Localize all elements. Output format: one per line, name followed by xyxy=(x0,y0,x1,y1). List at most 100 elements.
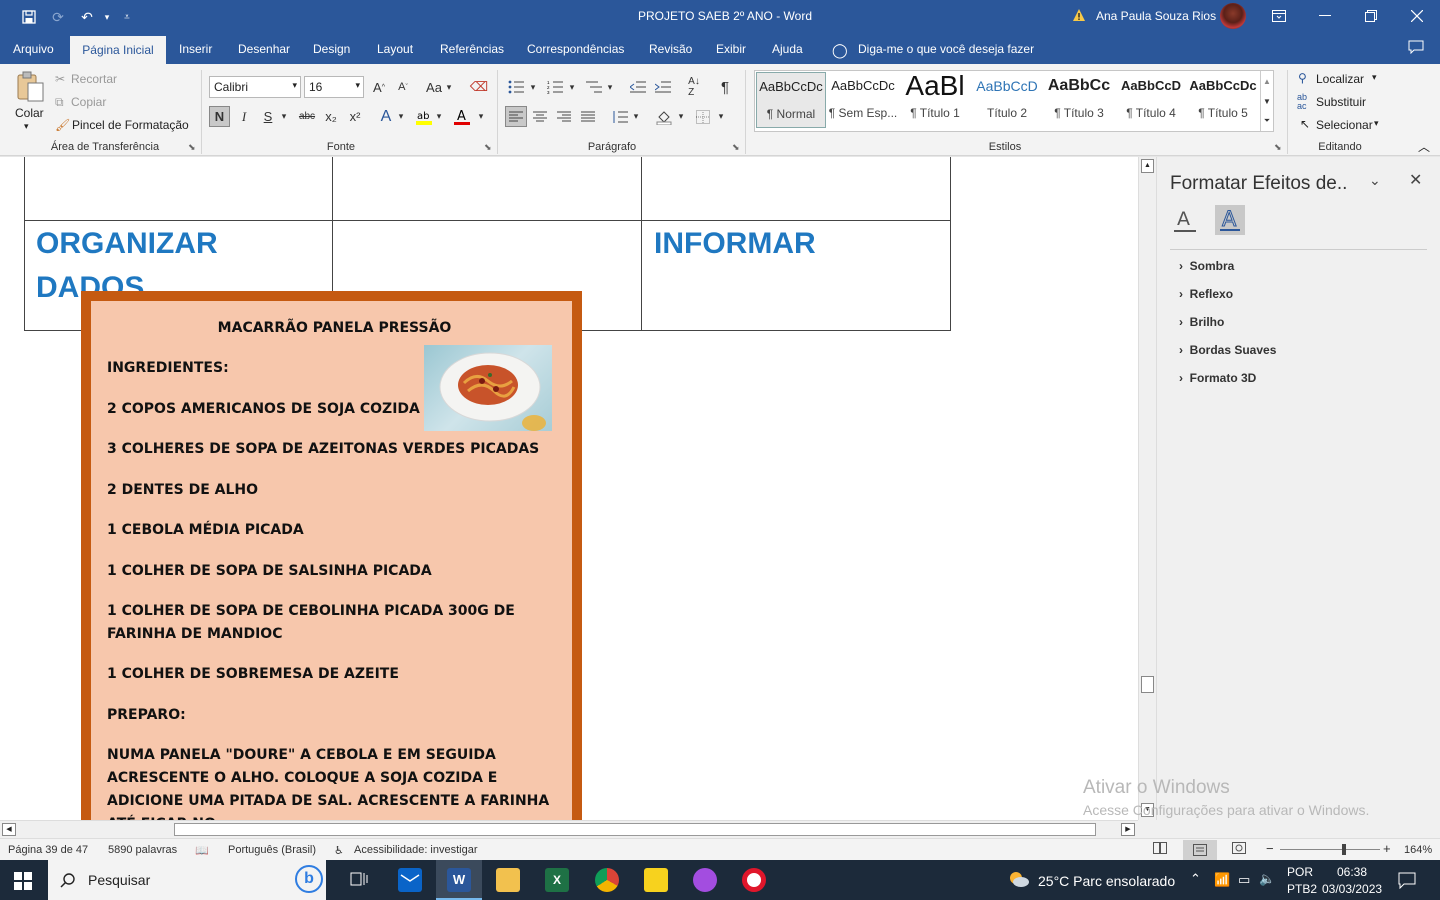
bullets-icon[interactable] xyxy=(506,77,526,97)
pane-options-icon[interactable]: ⌄ xyxy=(1369,172,1381,189)
language[interactable]: Português (Brasil) xyxy=(228,844,316,856)
underline-button[interactable]: S xyxy=(259,106,277,127)
tray-chevron-icon[interactable]: ⌃ xyxy=(1190,871,1201,887)
web-layout-icon[interactable] xyxy=(1232,842,1246,857)
borders-icon[interactable] xyxy=(693,106,713,127)
keyboard-language[interactable]: POR PTB2 xyxy=(1287,865,1317,896)
styles-more-icon[interactable]: ⏷ xyxy=(1260,111,1273,131)
shading-dropdown-icon[interactable]: ▾ xyxy=(676,106,686,127)
text-effects-dropdown-icon[interactable]: ▾ xyxy=(396,106,406,127)
weather-icon[interactable] xyxy=(1008,870,1030,888)
line-spacing-icon[interactable] xyxy=(610,106,630,127)
increase-indent-icon[interactable] xyxy=(653,77,673,97)
taskbar-search[interactable]: Pesquisar b xyxy=(48,860,326,900)
excel-icon[interactable]: X xyxy=(545,868,569,892)
file-explorer-icon[interactable] xyxy=(496,868,520,892)
notifications-icon[interactable] xyxy=(1398,871,1416,892)
subscript-button[interactable]: x₂ xyxy=(321,106,341,127)
select-dropdown-icon[interactable]: ▾ xyxy=(1374,118,1379,129)
scroll-right-icon[interactable]: ▶ xyxy=(1121,823,1135,836)
minimize-button[interactable] xyxy=(1302,0,1348,32)
tab-inserir[interactable]: Inserir xyxy=(179,42,212,56)
font-name-combo[interactable]: Calibri ▾ xyxy=(209,76,301,98)
style-normal[interactable]: AaBbCcDc ¶ Normal xyxy=(756,72,826,128)
select-button[interactable]: Selecionar xyxy=(1316,118,1373,132)
tab-desenhar[interactable]: Desenhar xyxy=(238,42,290,56)
read-mode-icon[interactable] xyxy=(1153,842,1167,857)
collapse-ribbon-icon[interactable]: ︿ xyxy=(1418,138,1430,155)
restore-button[interactable] xyxy=(1348,0,1394,32)
highlight-icon[interactable]: ab xyxy=(414,106,434,127)
grow-font-icon[interactable]: A ^ xyxy=(370,77,388,97)
section-reflexo[interactable]: › Reflexo xyxy=(1179,287,1233,301)
ribbon-display-icon[interactable] xyxy=(1256,0,1302,32)
table-cell[interactable] xyxy=(24,157,333,221)
task-view-icon[interactable] xyxy=(349,868,373,892)
section-formato-3d[interactable]: › Formato 3D xyxy=(1179,371,1256,385)
comments-icon[interactable] xyxy=(1408,40,1424,57)
recipe-textbox[interactable]: MACARRÃO PANELA PRESSÃO INGREDIENTES: 2 … xyxy=(81,291,582,820)
tab-exibir[interactable]: Exibir xyxy=(716,42,746,56)
volume-icon[interactable]: 🔈 xyxy=(1259,871,1275,887)
tab-layout[interactable]: Layout xyxy=(377,42,413,56)
tab-revisao[interactable]: Revisão xyxy=(649,42,692,56)
word-taskbar-button[interactable]: W xyxy=(436,860,482,900)
clear-formatting-icon[interactable]: ⌫ xyxy=(469,77,489,97)
paragraph-launcher-icon[interactable]: ⬊ xyxy=(732,142,740,153)
style-title-1[interactable]: AaBl ¶ Título 1 xyxy=(900,72,970,128)
bing-icon[interactable]: b xyxy=(295,865,323,893)
network-icon[interactable]: 📶 xyxy=(1214,872,1230,888)
table-cell[interactable] xyxy=(332,157,642,221)
table-cell[interactable] xyxy=(641,157,951,221)
weather-text[interactable]: 25°C Parc ensolarado xyxy=(1038,873,1175,889)
clock[interactable]: 06:38 03/03/2023 xyxy=(1322,865,1382,896)
tab-correspondencias[interactable]: Correspondências xyxy=(527,42,624,56)
opera-icon[interactable] xyxy=(742,868,766,892)
tab-referencias[interactable]: Referências xyxy=(440,42,504,56)
section-brilho[interactable]: › Brilho xyxy=(1179,315,1224,329)
styles-down-icon[interactable]: ▼ xyxy=(1260,91,1273,111)
style-no-spacing[interactable]: AaBbCcDc ¶ Sem Esp... xyxy=(828,72,898,128)
shrink-font-icon[interactable]: Aˇ xyxy=(394,77,412,97)
undo-icon[interactable]: ↶ xyxy=(76,7,98,27)
style-title-4[interactable]: AaBbCcD ¶ Título 4 xyxy=(1116,72,1186,128)
find-button[interactable]: Localizar xyxy=(1316,72,1364,86)
mail-icon[interactable] xyxy=(398,868,422,892)
bold-button[interactable]: N xyxy=(209,106,230,127)
font-launcher-icon[interactable]: ⬊ xyxy=(484,142,492,153)
document-canvas[interactable]: ORGANIZAR DADOS INFORMAR MACARRÃO PANELA… xyxy=(0,157,1138,820)
paste-icon[interactable] xyxy=(14,70,46,104)
font-size-combo[interactable]: 16 ▾ xyxy=(304,76,364,98)
bullets-dropdown-icon[interactable]: ▾ xyxy=(528,77,538,97)
zoom-slider-thumb[interactable] xyxy=(1342,844,1346,855)
styles-up-icon[interactable]: ▲ xyxy=(1260,71,1273,91)
scroll-left-icon[interactable]: ◀ xyxy=(2,823,16,836)
paste-dropdown-icon[interactable]: ▾ xyxy=(24,121,29,132)
tab-pagina-inicial[interactable]: Página Inicial xyxy=(70,36,166,64)
tell-me-search[interactable]: Diga-me o que você deseja fazer xyxy=(858,42,1034,56)
word-count[interactable]: 5890 palavras xyxy=(108,844,177,856)
windows-start-icon[interactable] xyxy=(14,872,32,893)
hscroll-thumb[interactable] xyxy=(174,823,1096,836)
zoom-level[interactable]: 164% xyxy=(1404,844,1432,856)
text-fill-outline-icon[interactable]: A xyxy=(1172,207,1198,233)
redo-icon[interactable]: ⟳ xyxy=(47,7,69,27)
strikethrough-button[interactable]: abc xyxy=(296,106,318,127)
numbering-icon[interactable]: 123 xyxy=(545,77,565,97)
line-spacing-dropdown-icon[interactable]: ▾ xyxy=(631,106,641,127)
sticky-notes-icon[interactable] xyxy=(644,868,668,892)
vpn-icon[interactable] xyxy=(693,868,717,892)
undo-dropdown-icon[interactable]: ▾ xyxy=(96,7,118,27)
section-bordas-suaves[interactable]: › Bordas Suaves xyxy=(1179,343,1276,357)
tab-arquivo[interactable]: Arquivo xyxy=(13,42,54,56)
style-title-2[interactable]: AaBbCcD Título 2 xyxy=(972,72,1042,128)
pane-close-icon[interactable]: ✕ xyxy=(1409,170,1422,190)
paste-button[interactable]: Colar xyxy=(15,106,44,120)
section-sombra[interactable]: › Sombra xyxy=(1179,259,1234,273)
font-color-icon[interactable]: A xyxy=(452,106,472,127)
vertical-scrollbar[interactable]: ▲ ▼ xyxy=(1138,157,1156,820)
page-count[interactable]: Página 39 de 47 xyxy=(8,844,88,856)
horizontal-scrollbar[interactable]: ◀ ▶ xyxy=(0,820,1138,838)
print-layout-button[interactable] xyxy=(1183,840,1217,860)
battery-icon[interactable]: ▭ xyxy=(1238,872,1250,888)
